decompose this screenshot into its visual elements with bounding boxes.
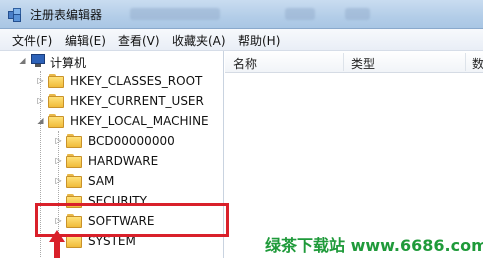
column-header-data[interactable]: 数	[472, 55, 483, 72]
tree-node-hardware[interactable]: ▷ HARDWARE	[0, 151, 224, 171]
computer-icon	[30, 54, 46, 68]
collapsed-arrow-icon[interactable]: ▷	[36, 76, 45, 85]
collapsed-arrow-icon[interactable]: ▷	[36, 96, 45, 105]
tree-node-sam[interactable]: ▷ SAM	[0, 171, 224, 191]
expanded-arrow-icon[interactable]: ◢	[18, 56, 27, 65]
folder-icon	[66, 174, 82, 188]
menu-view[interactable]: 查看(V)	[116, 32, 162, 49]
tree-node-computer[interactable]: ◢ 计算机	[0, 51, 224, 71]
tree-node-label: 计算机	[50, 56, 87, 70]
tree-node-label: SAM	[88, 174, 115, 188]
folder-icon	[48, 74, 64, 88]
window-title: 注册表编辑器	[30, 8, 103, 22]
menu-file[interactable]: 文件(F)	[10, 32, 54, 49]
menu-edit[interactable]: 编辑(E)	[63, 32, 108, 49]
red-arrow-icon	[49, 230, 65, 258]
collapsed-arrow-icon[interactable]: ▷	[54, 156, 63, 165]
watermark: 绿茶下载站 www.6686.com	[265, 232, 483, 256]
tree-node-hkey-classes-root[interactable]: ▷ HKEY_CLASSES_ROOT	[0, 71, 224, 91]
expanded-arrow-icon[interactable]: ◢	[36, 116, 45, 125]
blurred-background-text	[285, 8, 315, 20]
watermark-url: www.6686.com	[350, 236, 483, 255]
folder-icon	[48, 114, 64, 128]
title-bar: 注册表编辑器	[0, 0, 483, 29]
tree-node-hkey-current-user[interactable]: ▷ HKEY_CURRENT_USER	[0, 91, 224, 111]
tree-node-label: HKEY_CLASSES_ROOT	[70, 74, 203, 88]
tree-node-label: HKEY_LOCAL_MACHINE	[70, 114, 209, 128]
collapsed-arrow-icon[interactable]: ▷	[54, 136, 63, 145]
menu-favorites[interactable]: 收藏夹(A)	[170, 32, 228, 49]
tree-node-label: HARDWARE	[88, 154, 159, 168]
blurred-background-text	[130, 8, 220, 20]
registry-editor-icon	[7, 7, 23, 23]
column-header-type[interactable]: 类型	[351, 55, 375, 72]
folder-icon	[48, 94, 64, 108]
list-header: 名称 类型 数	[225, 51, 483, 73]
tree-node-label: HKEY_CURRENT_USER	[70, 94, 204, 108]
blurred-background-text	[345, 8, 370, 20]
collapsed-arrow-icon[interactable]: ▷	[54, 176, 63, 185]
folder-icon	[66, 134, 82, 148]
menu-help[interactable]: 帮助(H)	[236, 32, 282, 49]
menu-bar: 文件(F) 编辑(E) 查看(V) 收藏夹(A) 帮助(H)	[0, 29, 483, 51]
tree-node-hkey-local-machine[interactable]: ◢ HKEY_LOCAL_MACHINE	[0, 111, 224, 131]
column-header-name[interactable]: 名称	[233, 55, 257, 72]
tree-node-label: BCD00000000	[88, 134, 175, 148]
folder-icon	[66, 154, 82, 168]
tree-node-bcd00000000[interactable]: ▷ BCD00000000	[0, 131, 224, 151]
values-list[interactable]: 名称 类型 数	[225, 51, 483, 258]
watermark-site-name: 绿茶下载站	[265, 236, 346, 255]
